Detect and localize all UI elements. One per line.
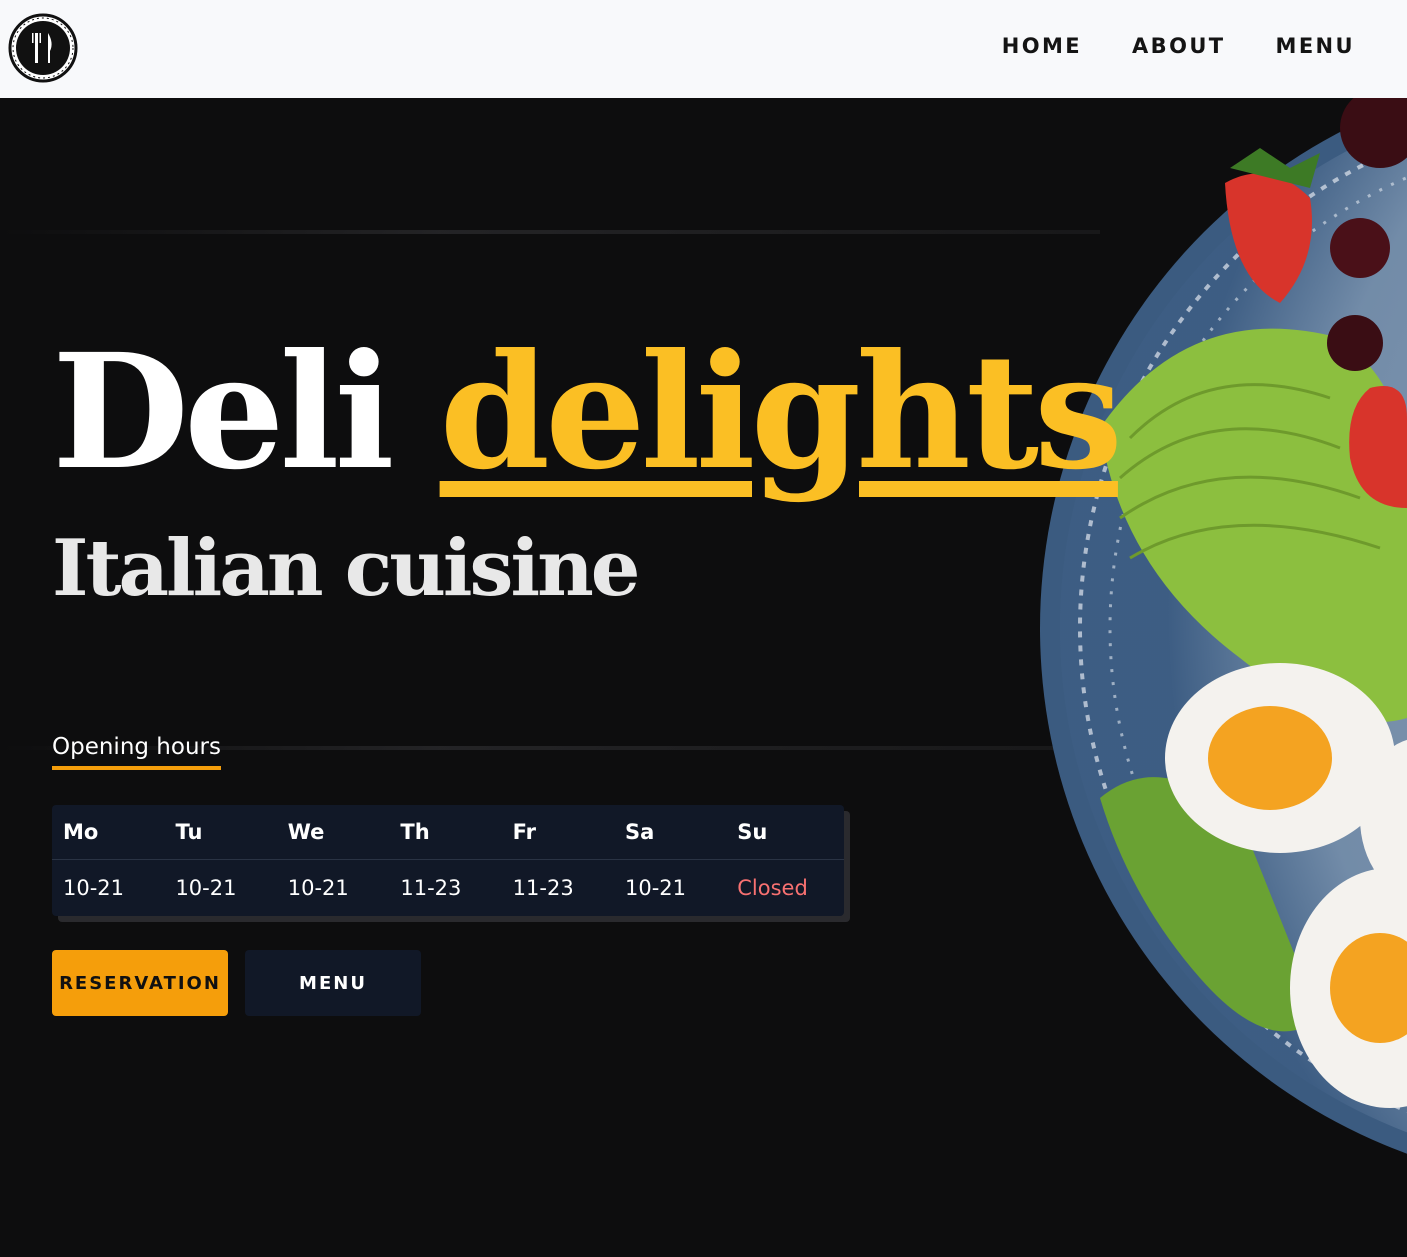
time-fr: 11-23 bbox=[512, 876, 574, 900]
times-row: 10-21 10-21 10-21 11-23 11-23 10-21 Clos… bbox=[52, 860, 844, 917]
day-we: We bbox=[276, 805, 390, 860]
day-sa: Sa bbox=[613, 805, 727, 860]
time-tu: 10-21 bbox=[175, 876, 237, 900]
day-mo: Mo bbox=[52, 805, 165, 860]
time-we: 10-21 bbox=[287, 876, 349, 900]
days-row: Mo Tu We Th Fr Sa Su bbox=[52, 805, 844, 860]
time-th: 11-23 bbox=[400, 876, 462, 900]
day-fr: Fr bbox=[501, 805, 614, 860]
hero-section: Deli delights Italian cuisine Opening ho… bbox=[0, 98, 1407, 1257]
hero-subtitle: Italian cuisine bbox=[52, 523, 640, 614]
title-main: Deli bbox=[52, 320, 395, 505]
title-accent: delights bbox=[439, 320, 1123, 505]
time-mo: 10-21 bbox=[63, 876, 125, 900]
wood-plank-line bbox=[0, 230, 1100, 234]
day-th: Th bbox=[389, 805, 502, 860]
fork-knife-icon[interactable] bbox=[8, 13, 78, 83]
reservation-button[interactable]: RESERVATION bbox=[52, 950, 228, 1016]
nav-home[interactable]: HOME bbox=[1002, 34, 1082, 58]
menu-button[interactable]: MENU bbox=[245, 950, 421, 1016]
opening-hours-table: Mo Tu We Th Fr Sa Su 10-21 10-21 10-21 1… bbox=[52, 805, 844, 916]
time-su: Closed bbox=[737, 876, 808, 900]
day-su: Su bbox=[726, 805, 844, 860]
nav-about[interactable]: ABOUT bbox=[1132, 34, 1226, 58]
main-nav: HOME ABOUT MENU bbox=[1002, 34, 1355, 58]
time-sa: 10-21 bbox=[624, 876, 686, 900]
site-header: HOME ABOUT MENU bbox=[0, 0, 1407, 98]
opening-hours-label: Opening hours bbox=[52, 734, 221, 770]
nav-menu[interactable]: MENU bbox=[1276, 34, 1355, 58]
hero-title: Deli delights bbox=[52, 334, 1123, 492]
salad-plate-image bbox=[1040, 98, 1407, 1154]
day-tu: Tu bbox=[164, 805, 277, 860]
